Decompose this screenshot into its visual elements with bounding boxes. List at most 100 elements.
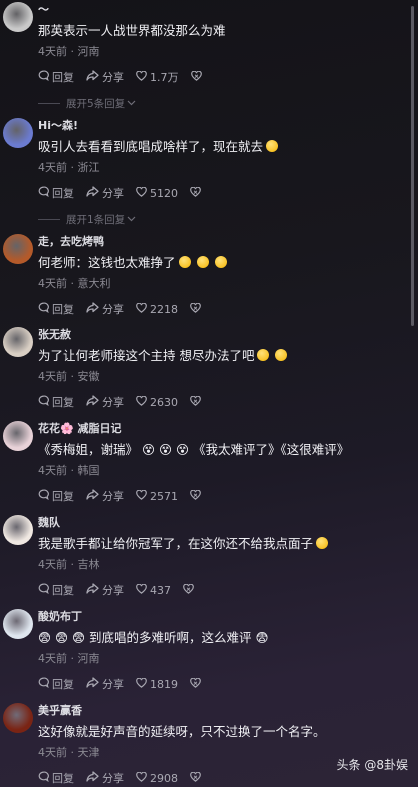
broken-heart-icon: [190, 771, 204, 785]
avatar[interactable]: [3, 2, 33, 32]
watermark: 头条 @8卦娱: [336, 758, 408, 772]
username[interactable]: 酸奶布丁: [38, 609, 402, 625]
share-icon: [86, 489, 102, 503]
reply-button[interactable]: 回复: [38, 69, 74, 85]
reply-icon: [38, 302, 52, 316]
comment-location: 河南: [77, 652, 100, 665]
expand-replies-button[interactable]: 展开1条回复: [38, 211, 402, 227]
comment-location: 浙江: [77, 161, 100, 174]
reply-button[interactable]: 回复: [38, 301, 74, 317]
like-button[interactable]: 5120: [136, 186, 178, 200]
broken-heart-icon: [190, 70, 205, 84]
comment-actions: 回复 分享 2630: [38, 393, 402, 411]
dislike-button[interactable]: [190, 302, 204, 316]
heart-icon: [136, 186, 150, 200]
comment-item: 走，去吃烤鸭 何老师：这钱也太难挣了 4天前 · 意大利 回复 分享 2218: [0, 234, 408, 318]
comment-item: ～ 那英表示一人战世界都没那么为难 4天前 · 河南 回复 分享 1.7万 展开5条回复: [0, 2, 408, 111]
username[interactable]: 走，去吃烤鸭: [38, 234, 402, 250]
reply-button[interactable]: 回复: [38, 488, 74, 504]
username[interactable]: 花花🌸 减脂日记: [38, 421, 402, 437]
dislike-button[interactable]: [190, 186, 204, 200]
emoji-icon: [178, 256, 191, 268]
dislike-button[interactable]: [190, 677, 204, 691]
comment-location: 意大利: [77, 277, 111, 290]
comment-actions: 回复 分享 1819: [38, 675, 402, 693]
share-icon: [86, 677, 102, 691]
share-button[interactable]: 分享: [86, 488, 124, 504]
comment-location: 韩国: [77, 464, 100, 477]
heart-icon: [136, 583, 150, 597]
comment-location: 安徽: [77, 370, 100, 383]
username[interactable]: 魏队: [38, 515, 402, 531]
share-button[interactable]: 分享: [86, 394, 124, 410]
emoji-icon: [266, 140, 279, 152]
broken-heart-icon: [190, 677, 204, 691]
avatar[interactable]: [3, 118, 33, 148]
dislike-button[interactable]: [190, 771, 204, 785]
broken-heart-icon: [183, 583, 197, 597]
divider-line: [38, 102, 60, 104]
comment-actions: 回复 分享 437: [38, 581, 402, 599]
reply-icon: [38, 395, 52, 409]
comment-actions: 回复 分享 2571: [38, 487, 402, 505]
comment-item: 美乎赢香 这好像就是好声音的延续呀，只不过换了一个名字。 4天前 · 天津 回复 分享 2…: [0, 703, 408, 787]
broken-heart-icon: [190, 395, 204, 409]
comment-time: 4天前: [38, 464, 67, 477]
like-button[interactable]: 2571: [136, 489, 178, 503]
reply-button[interactable]: 回复: [38, 770, 74, 786]
username[interactable]: 张无赦: [38, 327, 402, 343]
broken-heart-icon: [190, 489, 204, 503]
avatar[interactable]: [3, 609, 33, 639]
avatar[interactable]: [3, 327, 33, 357]
share-button[interactable]: 分享: [86, 770, 124, 786]
share-button[interactable]: 分享: [86, 582, 124, 598]
comment-item: 花花🌸 减脂日记 《秀梅姐，谢瑞》 😵 😵 😵 《我太难评了》《这很难评》 4天前 …: [0, 421, 408, 505]
comment-time: 4天前: [38, 558, 67, 571]
comment-time: 4天前: [38, 161, 67, 174]
like-button[interactable]: 2630: [136, 395, 178, 409]
reply-button[interactable]: 回复: [38, 394, 74, 410]
comment-meta: 4天前 · 河南: [38, 652, 100, 665]
comment-meta: 4天前 · 河南: [38, 45, 100, 58]
comment-text: 我是歌手都让给你冠军了，在这你还不给我点面子: [38, 535, 402, 553]
share-icon: [86, 771, 102, 785]
share-button[interactable]: 分享: [86, 185, 124, 201]
avatar[interactable]: [3, 703, 33, 733]
reply-icon: [38, 186, 52, 200]
like-button[interactable]: 437: [136, 583, 171, 597]
share-button[interactable]: 分享: [86, 301, 124, 317]
comment-location: 河南: [77, 45, 100, 58]
dislike-button[interactable]: [183, 583, 197, 597]
share-button[interactable]: 分享: [86, 676, 124, 692]
avatar[interactable]: [3, 234, 33, 264]
like-button[interactable]: 1.7万: [136, 69, 179, 85]
dislike-button[interactable]: [190, 489, 204, 503]
like-button[interactable]: 2908: [136, 771, 178, 785]
comment-time: 4天前: [38, 45, 67, 58]
dislike-button[interactable]: [190, 70, 205, 84]
username[interactable]: 美乎赢香: [38, 703, 402, 719]
reply-icon: [38, 677, 52, 691]
emoji-icon: [196, 256, 209, 268]
like-button[interactable]: 1819: [136, 677, 178, 691]
scrollbar[interactable]: [411, 6, 414, 326]
like-button[interactable]: 2218: [136, 302, 178, 316]
reply-button[interactable]: 回复: [38, 185, 74, 201]
reply-icon: [38, 70, 52, 84]
share-button[interactable]: 分享: [86, 69, 124, 85]
comment-text: 这好像就是好声音的延续呀，只不过换了一个名字。: [38, 724, 326, 739]
comment-actions: 回复 分享 1.7万: [38, 68, 402, 86]
expand-replies-button[interactable]: 展开5条回复: [38, 95, 402, 111]
avatar[interactable]: [3, 515, 33, 545]
username[interactable]: ～: [38, 2, 402, 18]
comment-text: 《秀梅姐，谢瑞》 😵 😵 😵 《我太难评了》《这很难评》: [38, 442, 350, 457]
comment-meta: 4天前 · 安徽: [38, 370, 100, 383]
username[interactable]: Hi～森!: [38, 118, 402, 134]
dislike-button[interactable]: [190, 395, 204, 409]
reply-button[interactable]: 回复: [38, 582, 74, 598]
comment-location: 天津: [77, 746, 100, 759]
comment-meta: 4天前 · 韩国: [38, 464, 100, 477]
avatar[interactable]: [3, 421, 33, 451]
reply-button[interactable]: 回复: [38, 676, 74, 692]
reply-icon: [38, 583, 52, 597]
